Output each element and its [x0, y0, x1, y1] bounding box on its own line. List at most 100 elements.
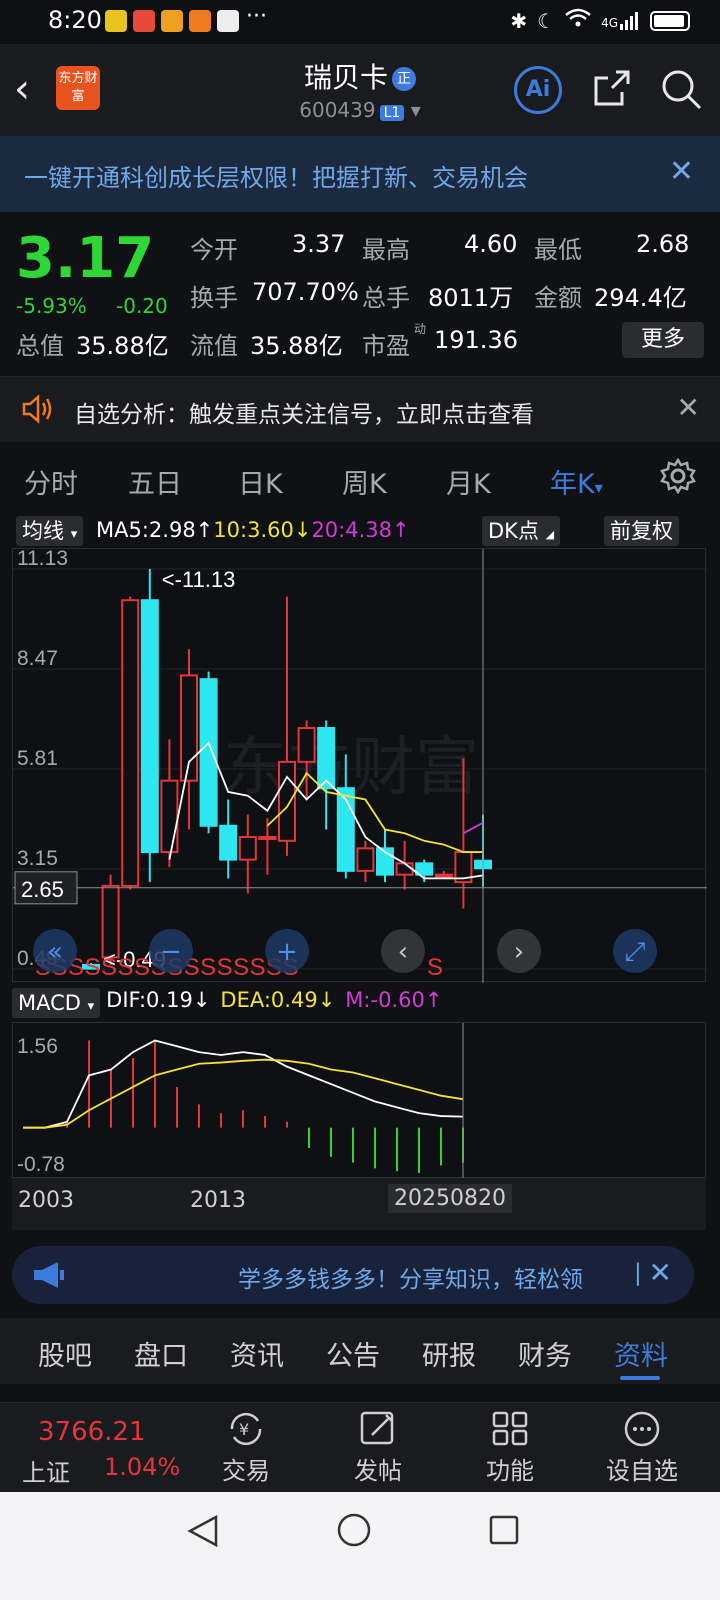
- back-triangle-icon[interactable]: [186, 1514, 220, 1548]
- nav-trade[interactable]: ¥ 交易: [196, 1409, 296, 1486]
- tab-research[interactable]: 研报: [422, 1334, 476, 1373]
- fullscreen-icon[interactable]: ⤢: [613, 929, 657, 973]
- gear-icon[interactable]: [660, 457, 696, 498]
- m-legend: M:-0.60↑: [345, 988, 443, 1012]
- notification-app-icon: [217, 10, 239, 32]
- axis-label-mid: 2013: [190, 1188, 246, 1213]
- tab-yearly-k[interactable]: 年K▾: [550, 462, 603, 501]
- battery-icon: [650, 10, 690, 31]
- alert-text[interactable]: 自选分析：触发重点关注信号，立即点击查看: [74, 395, 534, 429]
- index-change[interactable]: 1.04%: [104, 1453, 180, 1481]
- ai-assistant-icon[interactable]: Ai: [514, 66, 562, 114]
- alert-bar[interactable]: 自选分析：触发重点关注信号，立即点击查看 ✕: [0, 376, 720, 442]
- divider: |: [634, 1260, 642, 1286]
- volume-label: 总手: [362, 284, 410, 312]
- kline-chart-svg[interactable]: 11.138.475.813.150.49东方财富<-11.13<-0.492.…: [13, 547, 707, 983]
- nav-functions-label: 功能: [486, 1457, 534, 1485]
- megaphone-icon: [30, 1260, 66, 1294]
- index-value[interactable]: 3766.21: [38, 1417, 146, 1447]
- candle-body: [121, 599, 140, 887]
- total-cap-value: 35.88亿: [76, 332, 169, 360]
- total-cap-label: 总值: [16, 332, 64, 360]
- stock-code: 600439: [299, 98, 376, 122]
- next-icon[interactable]: ›: [497, 929, 541, 973]
- notification-app-icon: [105, 10, 127, 32]
- low-value: 2.68: [636, 230, 690, 258]
- svg-text:−: −: [160, 937, 182, 967]
- tab-profile[interactable]: 资料: [614, 1334, 668, 1373]
- share-icon[interactable]: [592, 68, 632, 112]
- candle-body: [160, 779, 179, 854]
- tab-five-day[interactable]: 五日: [128, 462, 182, 501]
- status-time: 8:20: [48, 6, 102, 34]
- dk-point-button[interactable]: DK点 ◢: [482, 516, 561, 546]
- cell-signal-icon: 4G: [601, 11, 640, 30]
- tab-news[interactable]: 资讯: [230, 1334, 284, 1373]
- pe-label: 市盈: [362, 332, 410, 360]
- active-tab-indicator: [620, 1376, 660, 1380]
- low-label: 最低: [534, 236, 582, 264]
- wifi-icon: [565, 8, 591, 33]
- rewind-icon[interactable]: «: [33, 929, 77, 973]
- y-tick-label: 8.47: [17, 647, 58, 670]
- ma-button[interactable]: 均线 ▾: [16, 516, 84, 546]
- amount-value: 294.4亿: [594, 284, 687, 312]
- recents-square-icon[interactable]: [488, 1514, 520, 1546]
- tab-intraday[interactable]: 分时: [24, 462, 78, 501]
- nav-post[interactable]: 发帖: [328, 1409, 428, 1486]
- bluetooth-icon: ✱: [510, 8, 528, 33]
- nav-add-watchlist[interactable]: 设自选: [592, 1409, 692, 1486]
- ma5-legend: MA5:2.98↑: [96, 518, 214, 542]
- price-adjust-button[interactable]: 前复权: [604, 516, 679, 546]
- close-icon[interactable]: ✕: [677, 391, 700, 424]
- macd-y-tick-label: 1.56: [17, 1035, 58, 1058]
- close-icon[interactable]: ✕: [649, 1256, 672, 1289]
- volume-value: 8011万: [428, 284, 514, 312]
- svg-text:‹: ‹: [398, 937, 408, 967]
- tab-order-book[interactable]: 盘口: [134, 1334, 188, 1373]
- dropdown-caret-icon: ▾: [70, 527, 78, 542]
- macd-chart[interactable]: 1.56 -0.78: [12, 1022, 707, 1179]
- prev-icon[interactable]: ‹: [381, 929, 425, 973]
- stock-header: ‹ 东方财富 瑞贝卡正 600439 L1 ▾ Ai: [0, 44, 720, 136]
- more-button[interactable]: 更多: [622, 322, 704, 358]
- open-value: 3.37: [292, 230, 346, 258]
- kline-chart[interactable]: 11.138.475.813.150.49东方财富<-11.13<-0.492.…: [12, 547, 707, 983]
- home-circle-icon[interactable]: [336, 1512, 372, 1548]
- amount-label: 金额: [534, 284, 582, 312]
- crosshair-date: 20250820: [388, 1184, 512, 1213]
- corner-triangle-icon: ◢: [545, 528, 555, 541]
- macd-chart-svg[interactable]: 1.56 -0.78: [13, 1023, 707, 1179]
- tab-forum[interactable]: 股吧: [38, 1334, 92, 1373]
- macd-legend: MACD ▾ DIF:0.19↓ DEA:0.49↓ M:-0.60↑: [12, 988, 442, 1018]
- speaker-icon: [20, 393, 54, 429]
- macd-button-label: MACD: [18, 991, 81, 1015]
- time-axis: 2003 2013 20250820: [12, 1178, 706, 1230]
- tab-financials[interactable]: 财务: [518, 1334, 572, 1373]
- tab-weekly-k[interactable]: 周K: [342, 462, 387, 501]
- kline-period-tabs: 分时 五日 日K 周K 月K 年K▾: [0, 442, 720, 514]
- grid-icon: [492, 1411, 528, 1446]
- status-bar: 8:20 ··· ✱ ☾ 4G: [0, 0, 720, 44]
- index-name[interactable]: 上证: [22, 1453, 70, 1488]
- dropdown-caret-icon: ▾: [594, 478, 603, 497]
- candle-body: [278, 760, 296, 842]
- macd-button[interactable]: MACD ▾: [12, 988, 101, 1018]
- svg-text:+: +: [276, 937, 298, 967]
- nav-post-label: 发帖: [354, 1457, 402, 1485]
- promo-banner[interactable]: 一键开通科创成长层权限！把握打新、交易机会 ✕: [0, 136, 720, 212]
- dropdown-caret-icon: ▾: [87, 999, 95, 1014]
- promo-text[interactable]: 一键开通科创成长层权限！把握打新、交易机会: [24, 158, 528, 193]
- tab-monthly-k[interactable]: 月K: [446, 462, 491, 501]
- search-icon[interactable]: [660, 68, 702, 114]
- zoom-out-icon[interactable]: −: [149, 929, 193, 973]
- ticker-banner[interactable]: 学多多钱多多！分享知识，轻松领 | ✕: [12, 1246, 694, 1304]
- zoom-in-icon[interactable]: +: [265, 929, 309, 973]
- tab-daily-k[interactable]: 日K: [238, 462, 283, 501]
- nav-functions[interactable]: 功能: [460, 1409, 560, 1486]
- tab-announcements[interactable]: 公告: [326, 1334, 380, 1373]
- ticker-text[interactable]: 学多多钱多多！分享知识，轻松领: [238, 1260, 628, 1294]
- close-icon[interactable]: ✕: [669, 154, 694, 189]
- dif-legend: DIF:0.19↓: [106, 988, 211, 1012]
- high-label: 最高: [362, 236, 410, 264]
